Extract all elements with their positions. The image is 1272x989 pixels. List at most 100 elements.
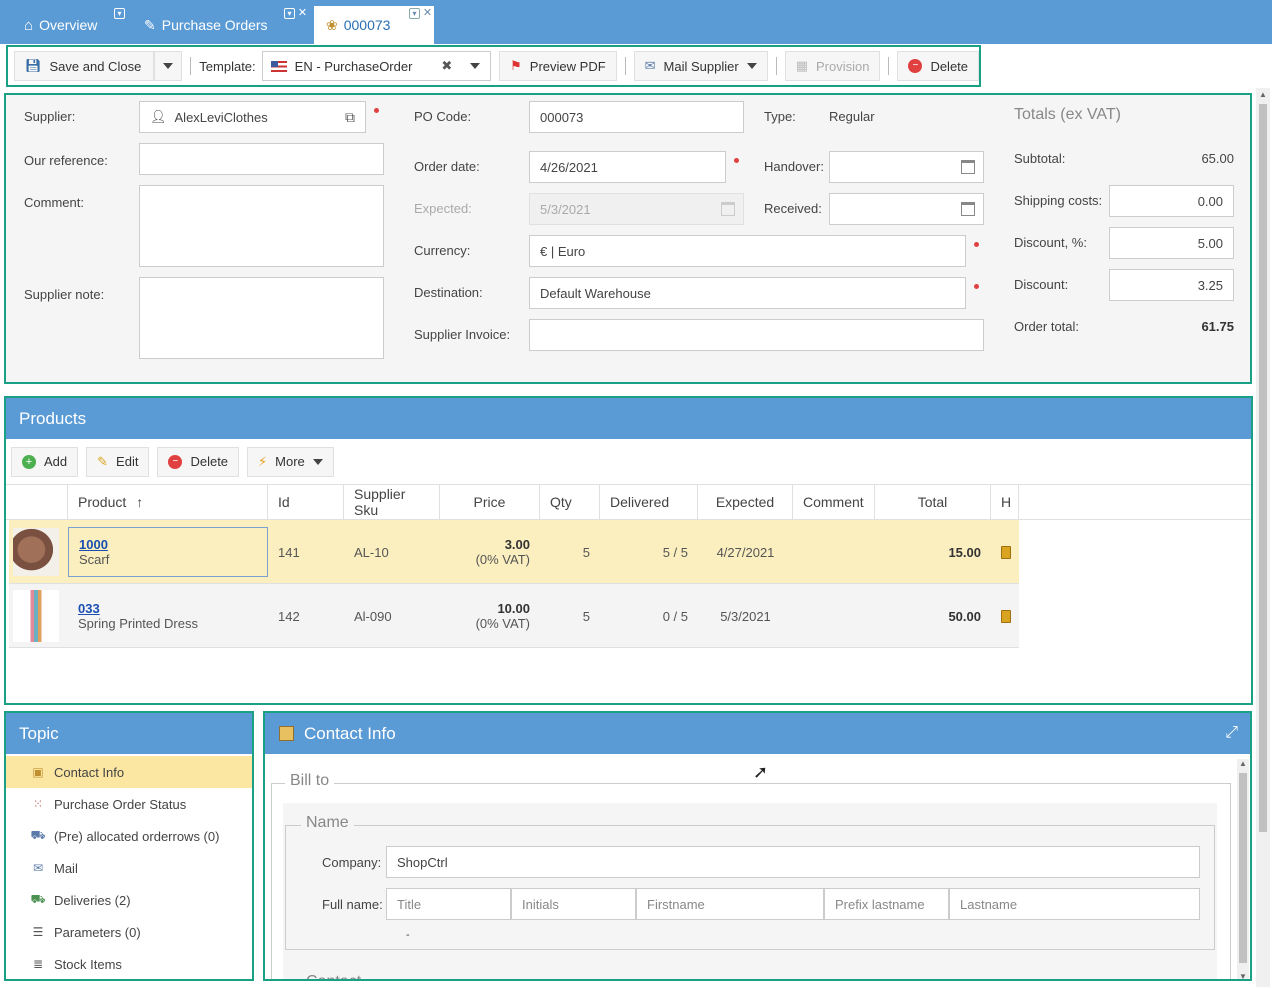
delete-product-button[interactable]: − Delete bbox=[157, 446, 240, 477]
provision-icon: ▦ bbox=[795, 58, 808, 73]
topic-item-purchase-order-status[interactable]: ⁙ Purchase Order Status bbox=[6, 788, 252, 820]
topic-item-stock-items[interactable]: ≣ Stock Items bbox=[6, 948, 252, 980]
column-header-id[interactable]: Id bbox=[268, 485, 344, 519]
column-header-qty[interactable]: Qty bbox=[540, 485, 600, 519]
tab-bar: ⌂ Overview ▾ ✎ Purchase Orders ▾ ✕ ❀ 000… bbox=[0, 0, 1272, 44]
firstname-field[interactable]: Firstname bbox=[636, 888, 824, 920]
received-date-field[interactable] bbox=[829, 193, 984, 225]
product-cell[interactable]: 033 Spring Printed Dress bbox=[78, 584, 268, 648]
discount-percent-field[interactable]: 5.00 bbox=[1109, 227, 1234, 259]
stock-list-icon: ≣ bbox=[32, 957, 44, 971]
supplier-value: AlexLeviClothes bbox=[174, 109, 268, 125]
provision-button[interactable]: ▦ Provision bbox=[784, 51, 881, 81]
comment-textarea[interactable] bbox=[139, 185, 384, 267]
scroll-down-icon[interactable]: ▼ bbox=[1239, 972, 1247, 979]
product-cell[interactable]: 1000 Scarf bbox=[68, 527, 268, 577]
separator bbox=[624, 57, 626, 75]
topic-item-preallocated-orderrows[interactable]: ⛟ (Pre) allocated orderrows (0) bbox=[6, 820, 252, 852]
tab-000073-controls: ▾ ✕ bbox=[409, 8, 433, 19]
expand-icon[interactable]: ⤢ bbox=[1225, 724, 1238, 742]
handover-date-field[interactable] bbox=[829, 151, 984, 183]
discount-field[interactable]: 3.25 bbox=[1109, 269, 1234, 301]
column-header-comment[interactable]: Comment bbox=[793, 485, 875, 519]
qty-value: 5 bbox=[582, 544, 590, 560]
topic-item-parameters[interactable]: ☰ Parameters (0) bbox=[6, 916, 252, 948]
topic-item-label: Mail bbox=[54, 860, 78, 876]
product-code-link[interactable]: 033 bbox=[78, 601, 268, 616]
image-column-header bbox=[9, 485, 68, 519]
type-value: Regular bbox=[829, 109, 875, 124]
scrollbar-thumb[interactable] bbox=[1239, 773, 1247, 963]
currency-select[interactable]: € | Euro bbox=[529, 235, 966, 267]
our-reference-field[interactable] bbox=[139, 143, 384, 175]
tab-purchase-orders[interactable]: ✎ Purchase Orders bbox=[144, 6, 268, 44]
pdf-icon: ⚑ bbox=[510, 58, 522, 73]
column-header-product[interactable]: Product ↑ bbox=[68, 485, 268, 519]
scroll-up-icon[interactable]: ▲ bbox=[1239, 759, 1247, 768]
calendar-icon[interactable] bbox=[961, 202, 975, 216]
topic-item-deliveries[interactable]: ⛟ Deliveries (2) bbox=[6, 884, 252, 916]
supplier-field[interactable]: 👤︎ AlexLeviClothes ⧉ bbox=[139, 101, 366, 133]
preview-pdf-button[interactable]: ⚑ Preview PDF bbox=[499, 51, 617, 81]
shipping-costs-field[interactable]: 0.00 bbox=[1109, 185, 1234, 217]
topic-item-mail[interactable]: ✉ Mail bbox=[6, 852, 252, 884]
products-title: Products bbox=[6, 398, 1251, 439]
column-header-h[interactable]: H bbox=[991, 485, 1019, 519]
basket-icon: ⛟ bbox=[30, 828, 46, 842]
column-header-expected[interactable]: Expected bbox=[698, 485, 793, 519]
vat-note: (0% VAT) bbox=[475, 616, 530, 631]
topic-item-contact-info[interactable]: ▣ Contact Info bbox=[6, 756, 252, 788]
tab-overview[interactable]: ⌂ Overview bbox=[24, 6, 97, 44]
clear-icon[interactable]: ✖ bbox=[441, 58, 452, 74]
title-field[interactable]: Title bbox=[386, 888, 511, 920]
template-select[interactable]: EN - PurchaseOrder ✖ bbox=[261, 51, 492, 81]
column-header-supplier-sku[interactable]: Supplier Sku bbox=[344, 485, 440, 519]
column-header-delivered[interactable]: Delivered bbox=[600, 485, 698, 519]
mail-supplier-button[interactable]: ✉ Mail Supplier bbox=[633, 51, 768, 81]
topic-item-label: Parameters (0) bbox=[54, 924, 141, 940]
company-field[interactable]: ShopCtrl bbox=[386, 846, 1200, 878]
calendar-icon[interactable] bbox=[961, 160, 975, 174]
page-scrollbar[interactable]: ▲ bbox=[1256, 88, 1270, 987]
table-row[interactable]: 033 Spring Printed Dress 142 Al-090 10.0… bbox=[9, 584, 1019, 648]
supplier-invoice-field[interactable] bbox=[529, 319, 984, 351]
tab-menu-icon[interactable]: ▾ bbox=[409, 8, 420, 19]
table-row[interactable]: 1000 Scarf 141 AL-10 3.00 (0% VAT) 5 5 /… bbox=[9, 520, 1019, 584]
add-product-button[interactable]: + Add bbox=[11, 446, 79, 477]
chevron-down-icon[interactable] bbox=[470, 63, 481, 69]
external-link-icon[interactable]: ⧉ bbox=[345, 109, 355, 126]
scrollbar-thumb[interactable] bbox=[1259, 104, 1267, 832]
scroll-up-icon[interactable]: ▲ bbox=[1259, 90, 1267, 99]
supplier-note-textarea[interactable] bbox=[139, 277, 384, 359]
product-name: Scarf bbox=[79, 552, 110, 567]
save-options-dropdown[interactable] bbox=[154, 51, 183, 81]
delete-button[interactable]: − Delete bbox=[897, 51, 980, 81]
order-date-field[interactable]: 4/26/2021 bbox=[529, 151, 726, 183]
po-code-field[interactable]: 000073 bbox=[529, 101, 744, 133]
tab-menu-icon[interactable]: ▾ bbox=[284, 8, 295, 19]
fullname-label: Full name: bbox=[322, 897, 383, 912]
calendar-icon bbox=[721, 202, 735, 216]
clipboard-icon[interactable] bbox=[1001, 609, 1011, 623]
tab-menu-icon[interactable]: ▾ bbox=[114, 8, 125, 19]
chevron-down-icon bbox=[163, 63, 174, 69]
clipboard-icon[interactable] bbox=[1001, 545, 1011, 559]
prefix-lastname-field[interactable]: Prefix lastname bbox=[824, 888, 949, 920]
contact-scrollbar[interactable]: ▲ ▼ bbox=[1237, 759, 1249, 979]
save-and-close-button[interactable]: 💾︎ Save and Close bbox=[14, 51, 155, 81]
product-code-link[interactable]: 1000 bbox=[79, 537, 267, 552]
column-header-price[interactable]: Price bbox=[440, 485, 540, 519]
destination-select[interactable]: Default Warehouse bbox=[529, 277, 966, 309]
edit-product-button[interactable]: ✎ Edit bbox=[86, 446, 150, 477]
user-icon: 👤︎ bbox=[150, 109, 167, 124]
lastname-field[interactable]: Lastname bbox=[949, 888, 1200, 920]
close-icon[interactable]: ✕ bbox=[422, 8, 433, 19]
order-icon: ❀ bbox=[326, 16, 338, 33]
name-legend: Name bbox=[301, 814, 354, 832]
dress-image bbox=[13, 590, 59, 642]
column-header-total[interactable]: Total bbox=[875, 485, 991, 519]
more-button[interactable]: ⚡︎ More bbox=[247, 446, 334, 477]
close-icon[interactable]: ✕ bbox=[297, 8, 308, 19]
initials-field[interactable]: Initials bbox=[511, 888, 636, 920]
expected-date-field[interactable]: 5/3/2021 bbox=[529, 193, 744, 225]
